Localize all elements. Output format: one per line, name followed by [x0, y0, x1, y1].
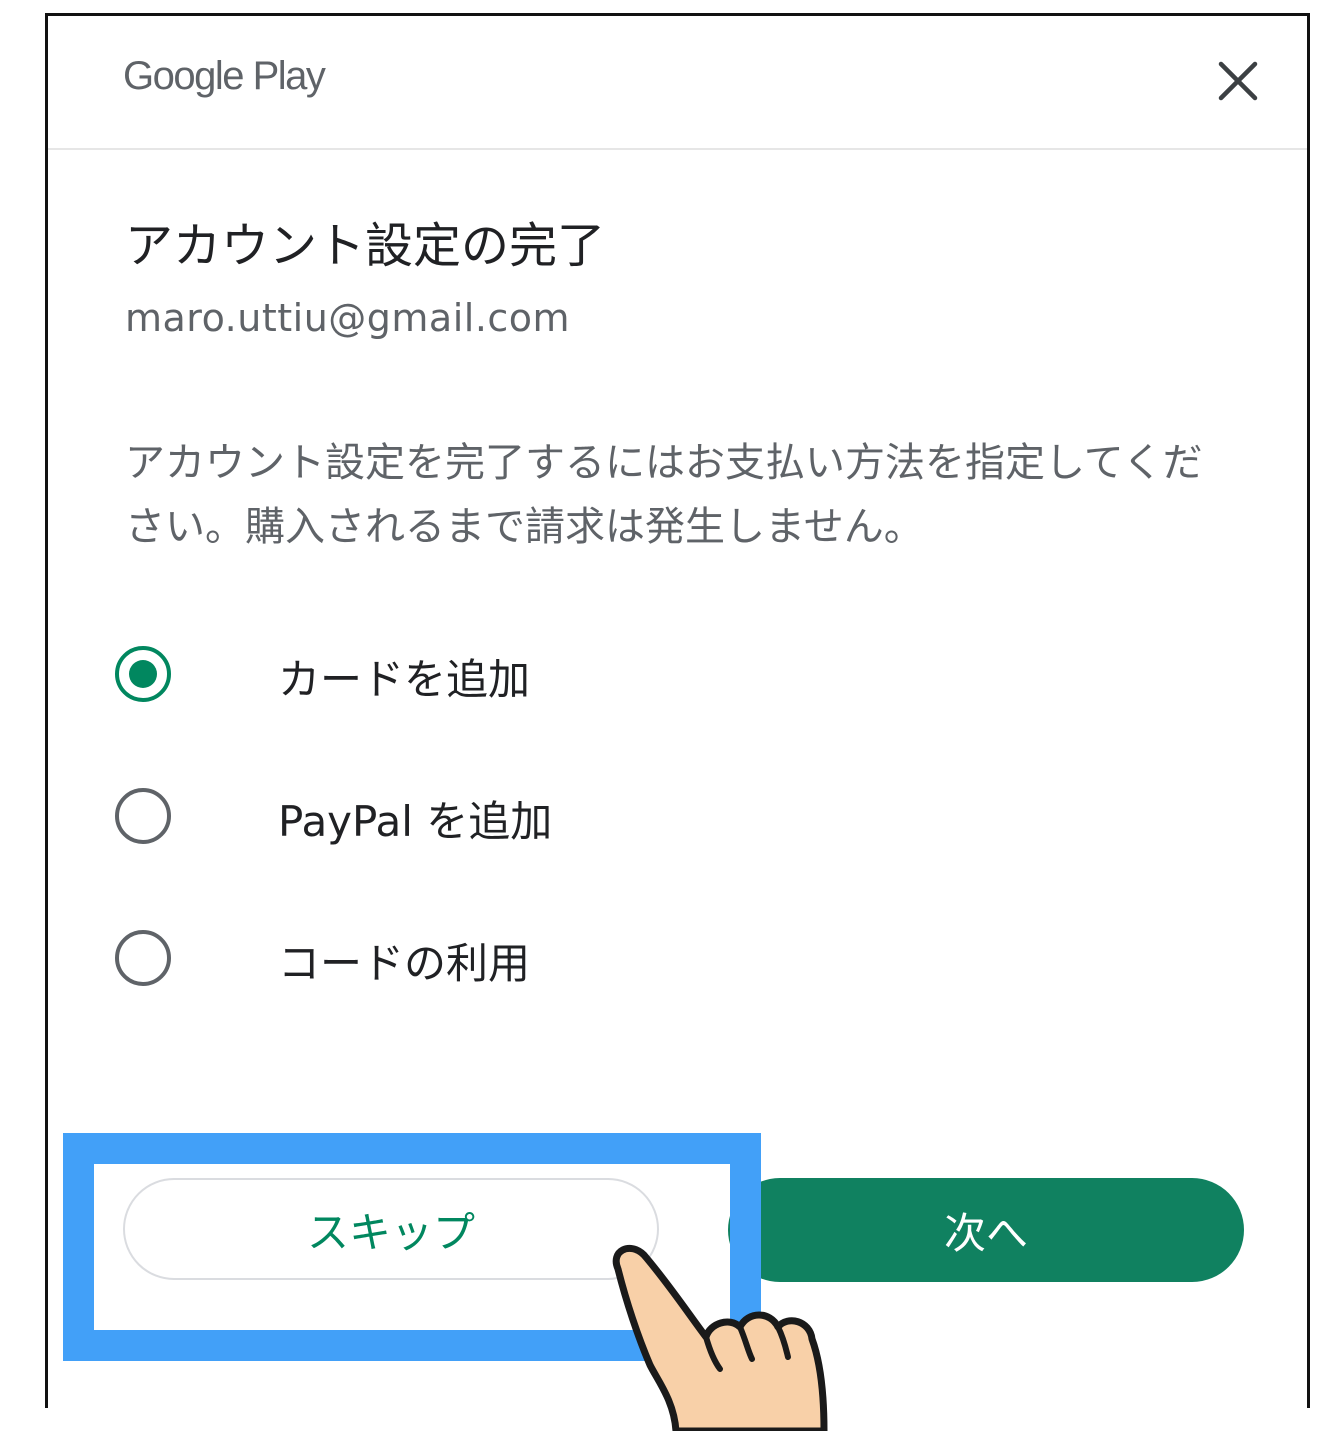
page-title: アカウント設定の完了	[125, 218, 606, 274]
description-text: アカウント設定を完了するにはお支払い方法を指定してください。購入されるまで請求は…	[125, 440, 1203, 550]
close-icon	[1218, 61, 1258, 101]
option-redeem-code[interactable]: コードの利用	[115, 918, 815, 998]
dialog-header: Google Play	[48, 16, 1307, 150]
option-label: カードを追加	[278, 655, 531, 704]
radio-button[interactable]	[115, 788, 171, 844]
option-label: コードの利用	[278, 939, 531, 988]
option-add-paypal[interactable]: PayPal を追加	[115, 776, 815, 856]
account-email: maro.uttiu@gmail.com	[125, 296, 571, 340]
dialog: Google Play アカウント設定の完了 maro.uttiu@gmail.…	[45, 13, 1310, 1431]
close-button[interactable]	[1213, 56, 1263, 106]
option-label: PayPal を追加	[278, 797, 553, 846]
option-add-card[interactable]: カードを追加	[115, 634, 815, 714]
radio-button-selected[interactable]	[115, 646, 171, 702]
radio-button[interactable]	[115, 930, 171, 986]
google-play-logo: Google Play	[123, 54, 326, 98]
skip-button[interactable]: スキップ	[123, 1178, 659, 1280]
